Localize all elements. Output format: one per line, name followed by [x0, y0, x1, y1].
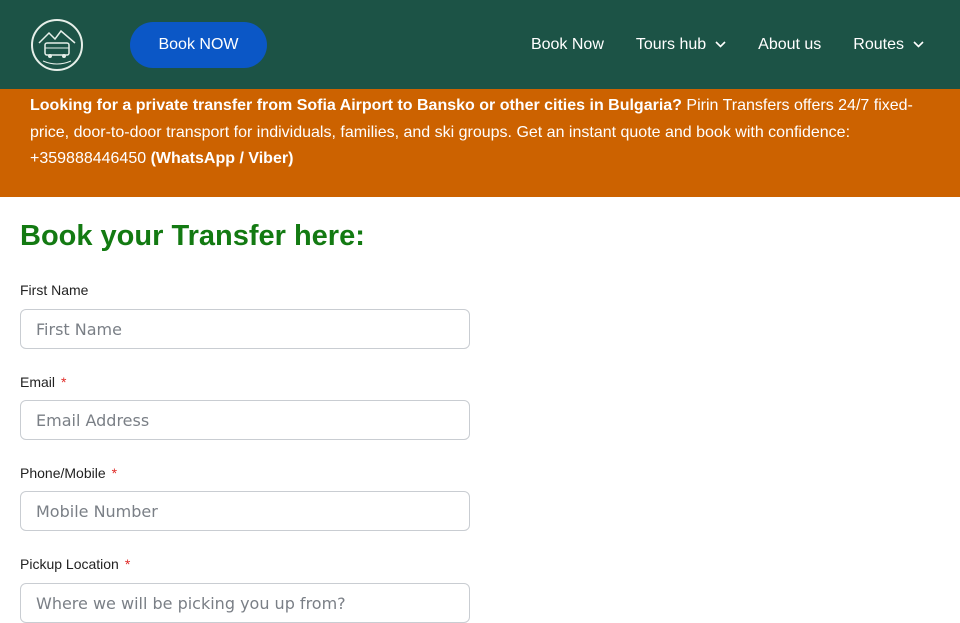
phone-label: Phone/Mobile * [20, 465, 118, 481]
nav-item-book-now[interactable]: Book Now [531, 36, 604, 54]
form-title: Book your Transfer here: [20, 220, 365, 252]
info-banner: Looking for a private transfer from Sofi… [0, 89, 960, 197]
phone-field[interactable] [20, 491, 470, 531]
required-marker: * [124, 556, 131, 572]
banner-contact-channels: (WhatsApp / Viber) [150, 150, 294, 167]
site-header: Book NOW Book Now Tours hub About us Rou… [0, 0, 960, 89]
required-marker: * [111, 465, 118, 481]
book-now-button[interactable]: Book NOW [130, 22, 267, 68]
chevron-down-icon [715, 41, 726, 48]
pickup-location-field[interactable] [20, 583, 470, 623]
email-field[interactable] [20, 400, 470, 440]
logo[interactable] [31, 19, 83, 71]
bus-logo-icon [38, 29, 76, 65]
first-name-label: First Name [20, 282, 89, 298]
banner-bold-lead: Looking for a private transfer from Sofi… [30, 97, 682, 114]
nav-item-routes[interactable]: Routes [853, 36, 924, 54]
main-nav: Book Now Tours hub About us Routes [499, 0, 924, 89]
nav-item-about-us[interactable]: About us [758, 36, 821, 54]
pickup-location-label: Pickup Location * [20, 556, 131, 572]
nav-item-label: Routes [853, 35, 904, 53]
first-name-field[interactable] [20, 309, 470, 349]
nav-item-tours-hub[interactable]: Tours hub [636, 36, 726, 54]
nav-item-label: Book Now [530, 35, 604, 53]
nav-item-label: Tours hub [635, 35, 707, 53]
required-marker: * [61, 374, 67, 390]
nav-item-label: About us [758, 35, 822, 53]
banner-text: Looking for a private transfer from Sofi… [30, 93, 930, 173]
email-label: Email * [20, 374, 67, 390]
chevron-down-icon [913, 41, 924, 48]
